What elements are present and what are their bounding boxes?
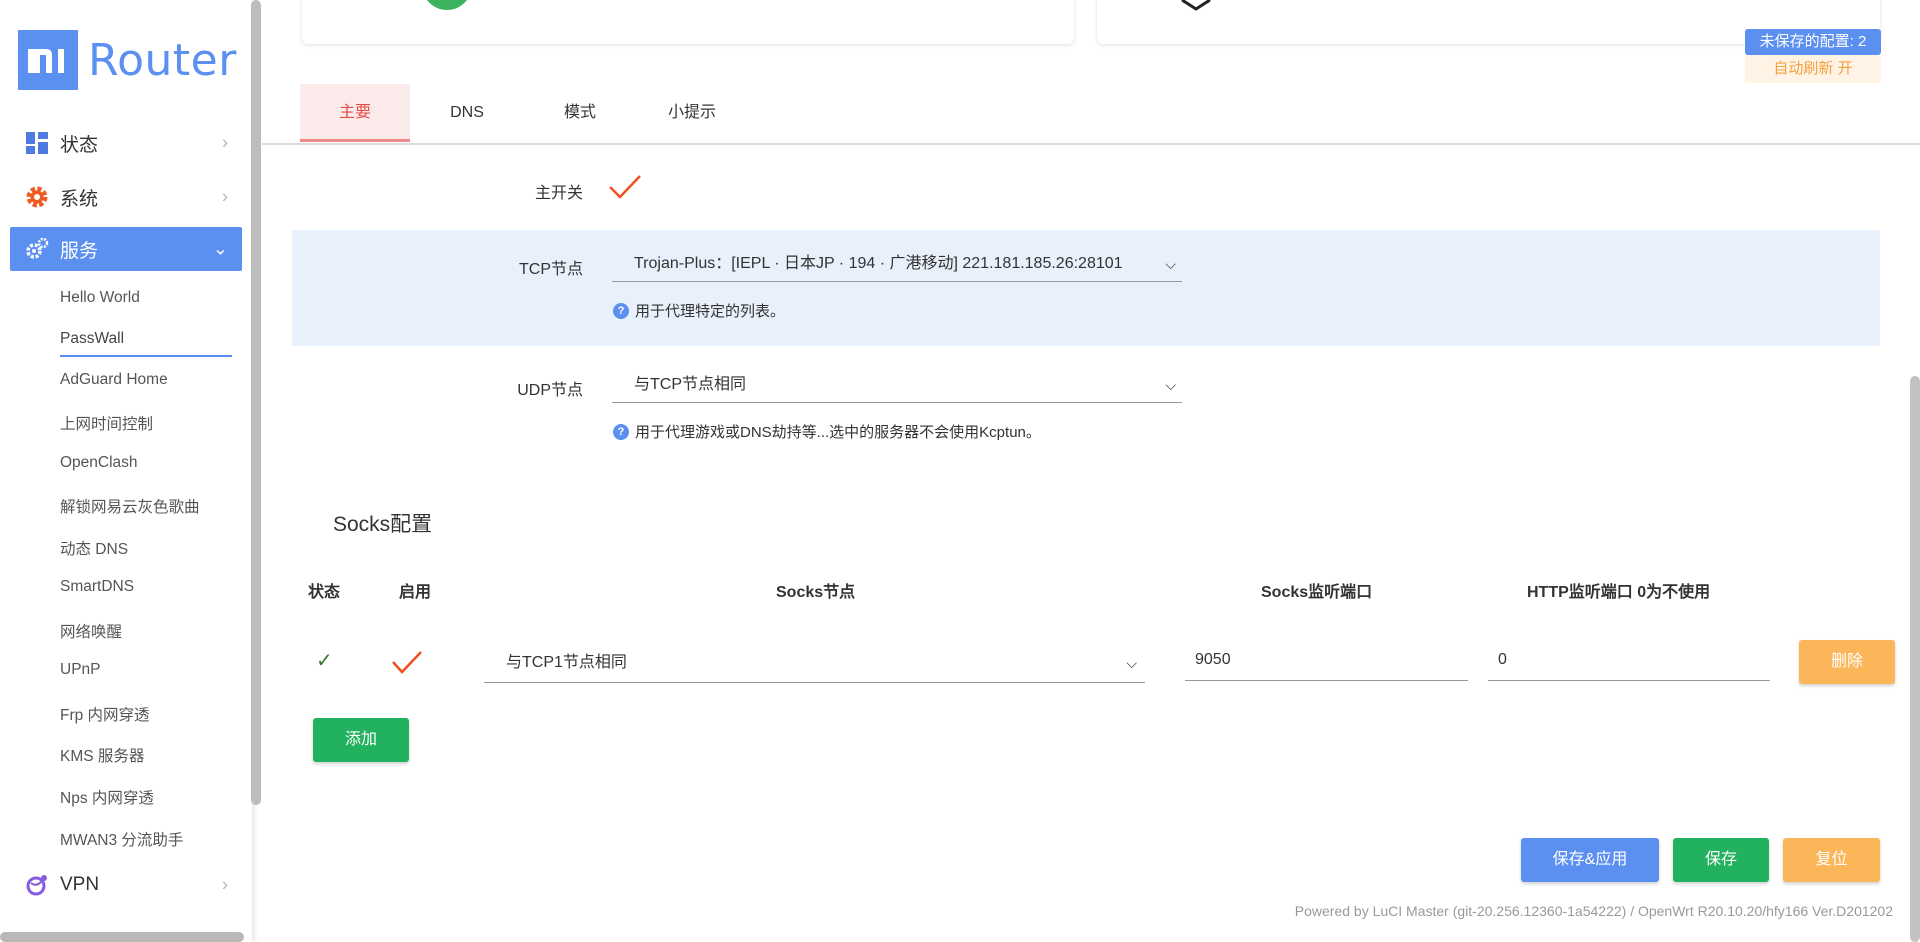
unsaved-changes-badge[interactable]: 未保存的配置: 2 [1745, 29, 1881, 55]
chevron-right-icon: › [222, 186, 228, 207]
udp-node-hint: ? 用于代理游戏或DNS劫持等...选中的服务器不会使用Kcptun。 [613, 421, 1041, 442]
udp-node-select[interactable]: 与TCP节点相同 ⌵ [612, 367, 1182, 403]
tab-dns[interactable]: DNS [410, 84, 524, 142]
udp-node-value: 与TCP节点相同 [634, 376, 747, 393]
current-item-indicator [60, 355, 232, 357]
sidebar-item-label: 状态 [60, 134, 99, 156]
sidebar-subitem-kms[interactable]: KMS 服务器 [60, 744, 144, 766]
tcp-node-label: TCP节点 [518, 261, 583, 278]
tab-tips[interactable]: 小提示 [636, 84, 748, 142]
dashboard-icon [24, 130, 50, 156]
sidebar-subitem-time-control[interactable]: 上网时间控制 [60, 412, 153, 434]
sidebar-subitem-adguard-home[interactable]: AdGuard Home [60, 371, 168, 389]
router-logo[interactable]: Router [18, 30, 237, 90]
socks-port-value: 9050 [1195, 651, 1231, 668]
sidebar-item-vpn[interactable]: VPN › [10, 863, 242, 907]
sidebar-item-status[interactable]: 状态 › [10, 121, 242, 165]
gear-icon [24, 184, 50, 210]
col-header-enabled: 启用 [399, 584, 432, 601]
sidebar-subitem-ddns[interactable]: 动态 DNS [60, 537, 128, 559]
sidebar-item-label: 系统 [60, 188, 99, 210]
save-button[interactable]: 保存 [1673, 838, 1769, 882]
sidebar-subitem-nps[interactable]: Nps 内网穿透 [60, 786, 154, 808]
main-switch-checkbox[interactable] [607, 173, 643, 201]
tcp-node-select[interactable]: Trojan-Plus：[IEPL · 日本JP · 194 · 广港移动] 2… [612, 246, 1182, 282]
socks-node-select[interactable]: 与TCP1节点相同 ⌵ [484, 643, 1145, 683]
delete-socks-button[interactable]: 删除 [1799, 640, 1895, 684]
chevron-down-icon [1181, 0, 1211, 11]
main-scrollbar[interactable] [1910, 376, 1920, 942]
sidebar: Router 状态 › 系统 › 服务 ⌄ Hello World PassWa… [0, 0, 252, 942]
sidebar-subitem-passwall[interactable]: PassWall [60, 330, 124, 348]
footer-version: Powered by LuCI Master (git-20.256.12360… [1294, 903, 1893, 919]
sidebar-subitem-frp[interactable]: Frp 内网穿透 [60, 703, 150, 725]
sidebar-subitem-openclash[interactable]: OpenClash [60, 454, 138, 472]
sidebar-scrollbar[interactable] [251, 0, 261, 805]
socks-status-ok: ✓ [316, 650, 333, 672]
globe-icon [24, 872, 50, 898]
udp-node-hint-text: 用于代理游戏或DNS劫持等...选中的服务器不会使用Kcptun。 [635, 424, 1041, 441]
col-header-socks-port: Socks监听端口 [1261, 584, 1373, 601]
main-switch-label: 主开关 [534, 185, 583, 202]
socks-node-value: 与TCP1节点相同 [506, 654, 627, 671]
add-socks-button[interactable]: 添加 [313, 718, 409, 762]
status-badges: 未保存的配置: 2 自动刷新 开 [1745, 29, 1881, 83]
chevron-right-icon: › [222, 132, 228, 153]
sidebar-item-system[interactable]: 系统 › [10, 175, 242, 219]
help-icon: ? [613, 423, 629, 440]
reset-button[interactable]: 复位 [1783, 838, 1880, 882]
chevron-down-icon: ⌵ [1165, 377, 1176, 393]
auto-refresh-toggle[interactable]: 自动刷新 开 [1745, 55, 1881, 83]
http-port-value: 0 [1498, 651, 1507, 668]
sidebar-subitem-upnp[interactable]: UPnP [60, 661, 101, 679]
chevron-down-icon: ⌵ [1126, 655, 1137, 671]
tcp-node-hint: ? 用于代理特定的列表。 [613, 300, 785, 321]
sidebar-subitem-smartdns[interactable]: SmartDNS [60, 578, 134, 596]
tcp-node-value: Trojan-Plus：[IEPL · 日本JP · 194 · 广港移动] 2… [634, 255, 1123, 272]
sidebar-subitem-hello-world[interactable]: Hello World [60, 289, 140, 307]
socks-section-title: Socks配置 [333, 513, 433, 536]
tab-mode[interactable]: 模式 [524, 84, 636, 142]
http-port-input[interactable]: 0 [1488, 639, 1770, 681]
socks-enabled-checkbox[interactable] [391, 650, 423, 676]
sidebar-subitem-unblock-netease[interactable]: 解锁网易云灰色歌曲 [60, 495, 200, 517]
help-icon: ? [613, 302, 629, 319]
sidebar-subitem-wol[interactable]: 网络唤醒 [60, 620, 122, 642]
sidebar-item-label: VPN [60, 874, 100, 895]
col-header-socks-node: Socks节点 [776, 584, 856, 601]
tab-divider [262, 143, 1920, 145]
chevron-right-icon: › [222, 874, 228, 895]
gears-icon [24, 236, 50, 262]
chevron-down-icon: ⌄ [212, 238, 228, 259]
sidebar-subitem-mwan3[interactable]: MWAN3 分流助手 [60, 828, 183, 850]
sidebar-horizontal-scrollbar[interactable] [0, 932, 244, 942]
col-header-http-port: HTTP监听端口 0为不使用 [1527, 584, 1711, 601]
sidebar-item-label: 服务 [60, 240, 99, 262]
tab-main[interactable]: 主要 [300, 84, 410, 142]
socks-port-input[interactable]: 9050 [1185, 639, 1468, 681]
status-indicator-icon [422, 0, 472, 10]
sidebar-item-services[interactable]: 服务 ⌄ [10, 227, 242, 271]
chevron-down-icon: ⌵ [1165, 256, 1176, 272]
tab-bar: 主要 DNS 模式 小提示 [300, 84, 748, 142]
tcp-node-hint-text: 用于代理特定的列表。 [635, 303, 786, 320]
save-apply-button[interactable]: 保存&应用 [1521, 838, 1659, 882]
udp-node-label: UDP节点 [517, 382, 583, 399]
logo-text: Router [88, 34, 237, 86]
col-header-status: 状态 [308, 584, 341, 601]
status-card [302, 0, 1074, 44]
mi-logo-icon [18, 30, 78, 90]
